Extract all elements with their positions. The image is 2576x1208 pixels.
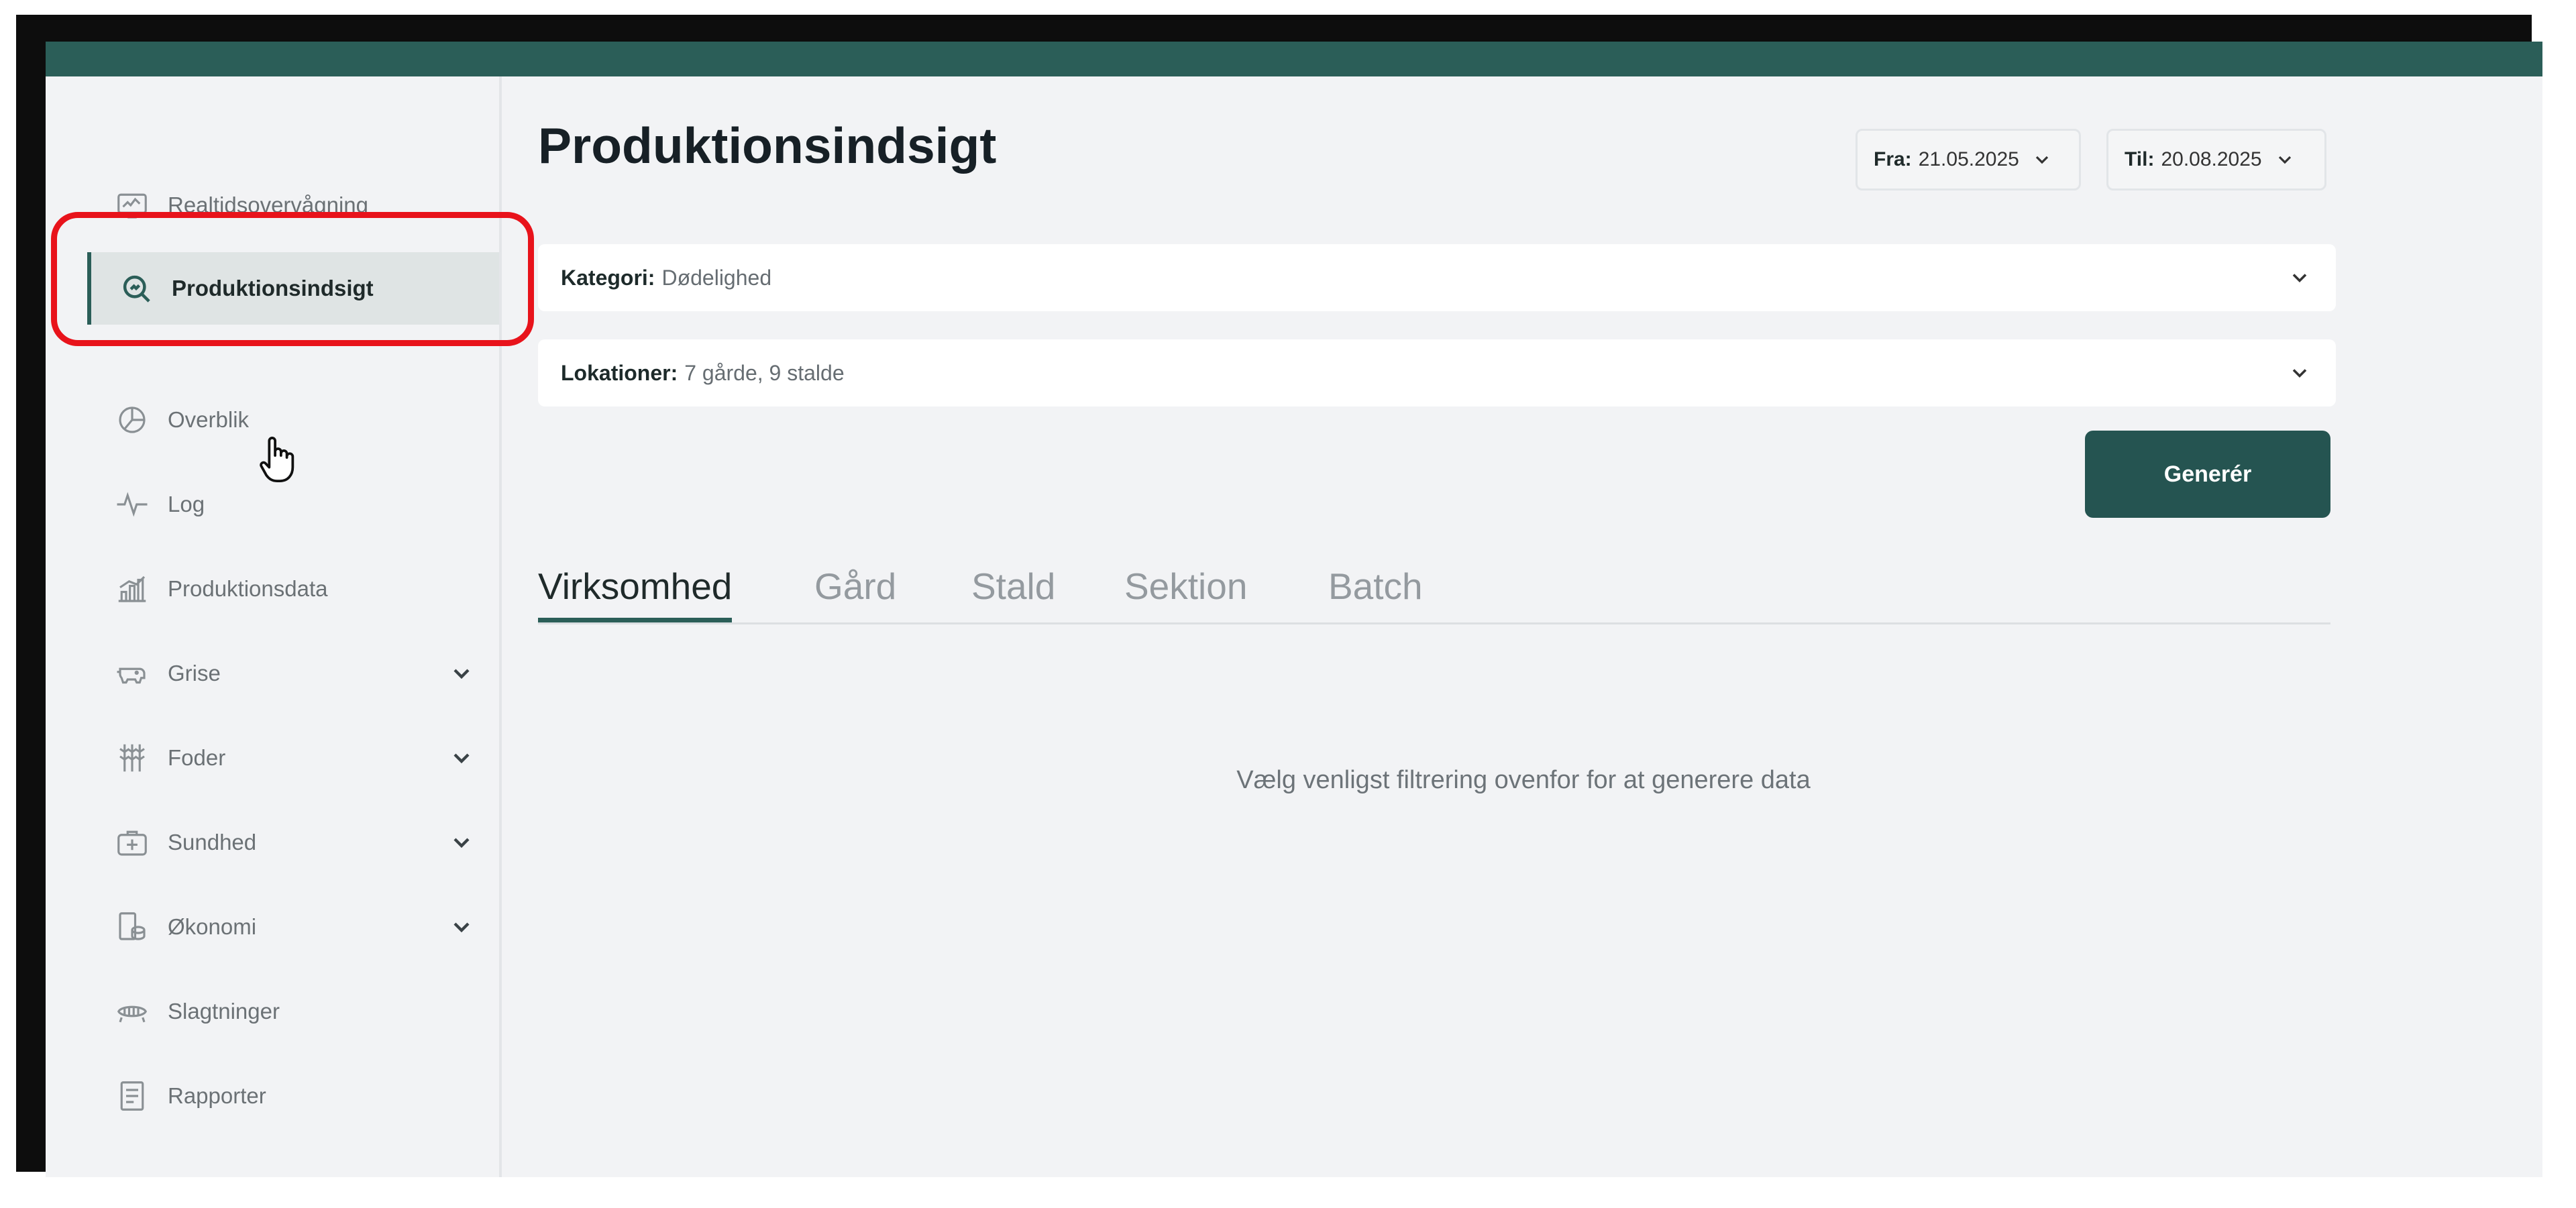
hand-cursor-icon bbox=[260, 437, 294, 482]
date-to-value: 20.08.2025 bbox=[2161, 148, 2262, 170]
sidebar-item-grise[interactable]: Grise bbox=[87, 637, 499, 710]
sidebar-item-label: Realtidsovervågning bbox=[168, 193, 369, 217]
generate-button[interactable]: Generér bbox=[2085, 431, 2330, 518]
date-to-label: Til: bbox=[2125, 148, 2155, 170]
sidebar-item-label: Overblik bbox=[168, 407, 250, 432]
lokationer-value: 7 gårde, 9 stalde bbox=[684, 360, 845, 385]
sidebar-item-produktionsindsigt[interactable]: Produktionsindsigt bbox=[87, 252, 499, 325]
sidebar-item-label: Foder bbox=[168, 745, 226, 770]
sidebar-item-sundhed[interactable]: Sundhed bbox=[87, 806, 499, 879]
date-from-label: Fra: bbox=[1874, 148, 1912, 170]
bar-chart-icon bbox=[111, 568, 153, 610]
date-from-value: 21.05.2025 bbox=[1918, 148, 2019, 170]
tab-sektion[interactable]: Sektion bbox=[1124, 565, 1247, 622]
sidebar-item-produktionsdata[interactable]: Produktionsdata bbox=[87, 553, 499, 625]
tab-virksomhed[interactable]: Virksomhed bbox=[538, 565, 733, 622]
sidebar-item-rapporter[interactable]: Rapporter bbox=[87, 1060, 499, 1132]
sidebar: Realtidsovervågning Produktionsindsigt O… bbox=[46, 76, 502, 1177]
sidebar-item-label: Produktionsdata bbox=[168, 576, 328, 601]
health-icon bbox=[111, 822, 153, 863]
sidebar-item-label: Økonomi bbox=[168, 914, 257, 939]
lokationer-label: Lokationer: bbox=[561, 360, 678, 385]
tab-gard[interactable]: Gård bbox=[814, 565, 896, 622]
chevron-down-icon bbox=[2292, 274, 2307, 283]
chevron-down-icon bbox=[2292, 369, 2307, 378]
sidebar-item-label: Grise bbox=[168, 661, 221, 685]
empty-state-message: Vælg venligst filtrering ovenfor for at … bbox=[1236, 766, 1811, 794]
kategori-select[interactable]: Kategori: Dødelighed bbox=[538, 244, 2336, 311]
coins-icon bbox=[111, 906, 153, 948]
chevron-down-icon[interactable] bbox=[448, 914, 475, 940]
chevron-down-icon[interactable] bbox=[448, 660, 475, 687]
chevron-down-icon[interactable] bbox=[448, 829, 475, 856]
sidebar-item-label: Log bbox=[168, 492, 205, 516]
chevron-down-icon bbox=[2035, 156, 2048, 164]
carcass-icon bbox=[111, 991, 153, 1032]
sidebar-item-label: Sundhed bbox=[168, 830, 257, 855]
top-bar bbox=[46, 42, 2542, 76]
report-icon bbox=[111, 1075, 153, 1117]
search-chart-icon bbox=[115, 268, 157, 309]
wheat-icon bbox=[111, 737, 153, 779]
sidebar-item-label: Produktionsindsigt bbox=[172, 276, 374, 300]
date-from-picker[interactable]: Fra: 21.05.2025 bbox=[1856, 129, 2081, 190]
sidebar-item-label: Rapporter bbox=[168, 1083, 266, 1108]
activity-icon bbox=[111, 484, 153, 525]
lokationer-select[interactable]: Lokationer: 7 gårde, 9 stalde bbox=[538, 339, 2336, 406]
empty-state: Vælg venligst filtrering ovenfor for at … bbox=[499, 766, 2542, 795]
pie-chart-icon bbox=[111, 399, 153, 441]
sidebar-item-realtidsovervagning[interactable]: Realtidsovervågning bbox=[87, 169, 499, 241]
screenshot-frame: Realtidsovervågning Produktionsindsigt O… bbox=[16, 15, 2542, 1177]
pig-icon bbox=[111, 653, 153, 694]
chevron-down-icon bbox=[2278, 156, 2291, 164]
sidebar-item-foder[interactable]: Foder bbox=[87, 722, 499, 794]
sidebar-item-label: Slagtninger bbox=[168, 999, 280, 1024]
date-to-picker[interactable]: Til: 20.08.2025 bbox=[2106, 129, 2326, 190]
tab-stald[interactable]: Stald bbox=[971, 565, 1055, 622]
page-title: Produktionsindsigt bbox=[538, 117, 997, 174]
level-tabs: Virksomhed Gård Stald Sektion Batch bbox=[538, 565, 2330, 624]
chevron-down-icon[interactable] bbox=[448, 745, 475, 771]
tab-batch[interactable]: Batch bbox=[1328, 565, 1423, 622]
monitor-icon bbox=[111, 184, 153, 226]
app-window: Realtidsovervågning Produktionsindsigt O… bbox=[46, 42, 2542, 1177]
sidebar-item-okonomi[interactable]: Økonomi bbox=[87, 891, 499, 963]
kategori-label: Kategori: bbox=[561, 265, 655, 290]
sidebar-item-slagtninger[interactable]: Slagtninger bbox=[87, 975, 499, 1048]
kategori-value: Dødelighed bbox=[661, 265, 772, 290]
